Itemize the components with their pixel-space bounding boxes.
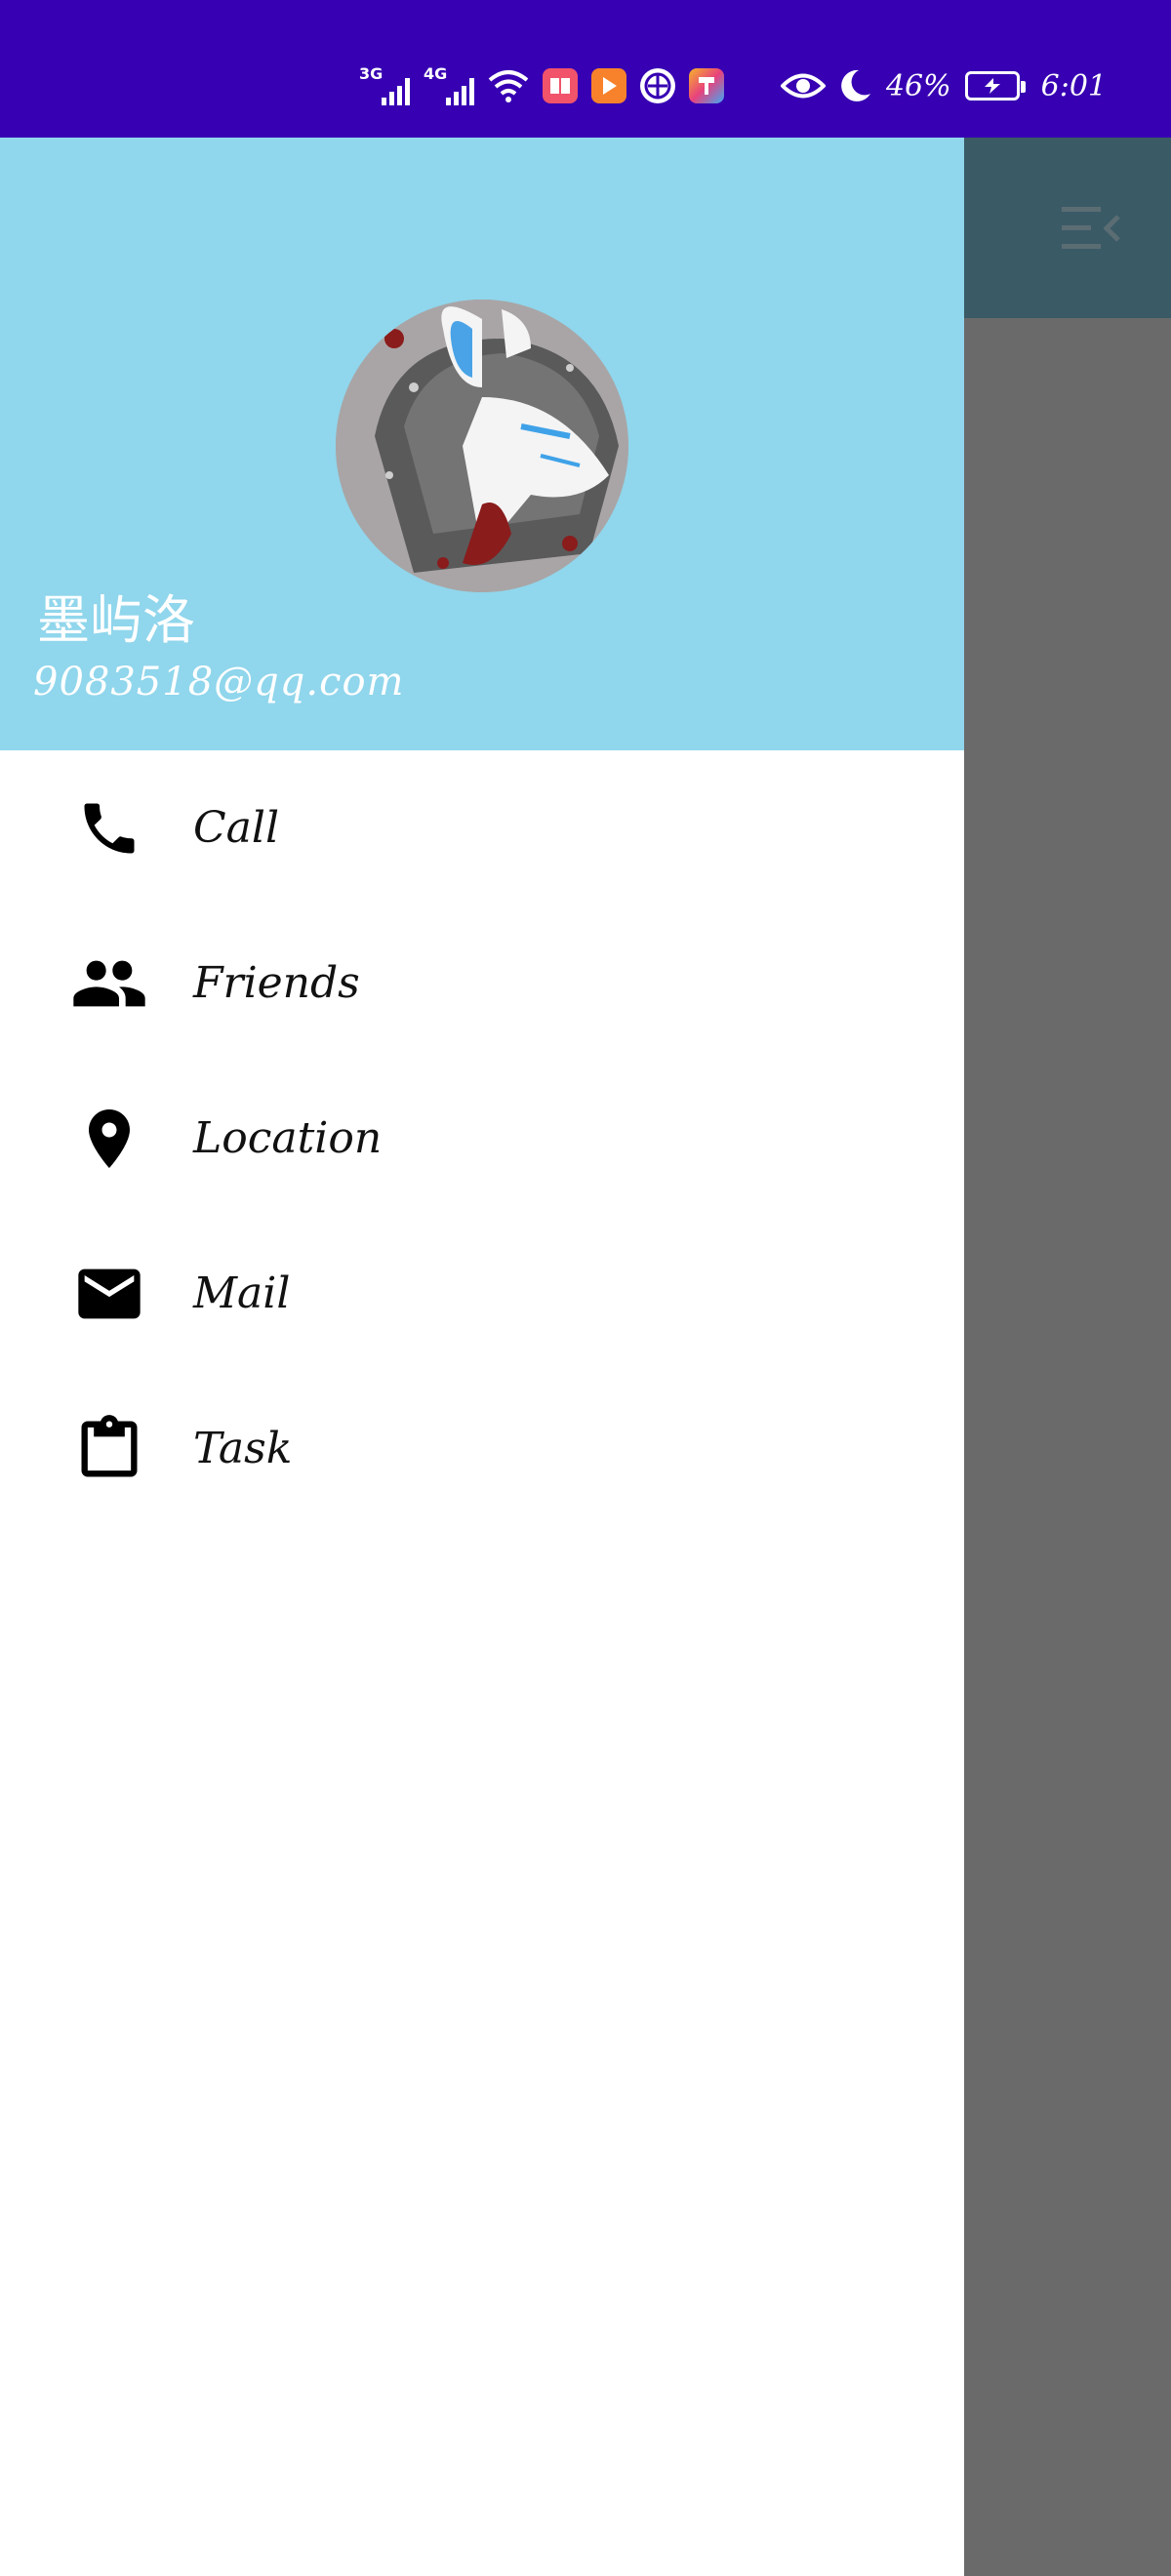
book-app-icon <box>542 68 578 103</box>
do-not-disturb-moon-icon <box>841 69 870 101</box>
menu-item-mail[interactable]: Mail <box>0 1216 964 1371</box>
navigation-drawer: 墨屿洛 9083518@qq.com Call Friends Location <box>0 138 964 2576</box>
status-bar: 3G 4G 46% 6:01 <box>0 0 1171 138</box>
paint-app-icon <box>688 68 724 103</box>
signal-bars-icon <box>445 78 474 105</box>
battery-charging-icon <box>964 71 1026 101</box>
drawer-header: 墨屿洛 9083518@qq.com <box>0 138 964 750</box>
eye-comfort-icon <box>780 73 826 99</box>
cellular-signal-2: 4G <box>424 64 474 107</box>
menu-item-label: Location <box>193 1113 383 1163</box>
menu-item-label: Task <box>193 1424 293 1473</box>
wifi-icon <box>488 70 529 102</box>
browser-app-icon <box>639 68 675 103</box>
menu-item-call[interactable]: Call <box>0 750 964 906</box>
location-pin-icon <box>70 1100 148 1178</box>
menu-item-label: Friends <box>193 958 360 1008</box>
menu-item-location[interactable]: Location <box>0 1061 964 1216</box>
menu-item-label: Mail <box>193 1268 291 1318</box>
signal-bars-icon <box>381 78 410 105</box>
network-type-2: 4G <box>423 64 448 83</box>
menu-collapse-icon[interactable] <box>1062 205 1122 252</box>
menu-item-task[interactable]: Task <box>0 1371 964 1526</box>
cellular-signal-1: 3G <box>359 64 410 107</box>
user-email: 9083518@qq.com <box>33 660 405 704</box>
user-name: 墨屿洛 <box>37 589 195 651</box>
phone-icon <box>70 789 148 867</box>
drawer-menu: Call Friends Location Mail Task <box>0 750 964 1526</box>
mail-icon <box>70 1255 148 1333</box>
menu-item-label: Call <box>193 803 280 853</box>
people-icon <box>70 945 148 1023</box>
battery-percent: 46% <box>885 68 951 103</box>
clock: 6:01 <box>1040 68 1107 103</box>
wolf-avatar-icon[interactable] <box>336 300 628 592</box>
video-app-icon <box>590 68 626 103</box>
network-type-1: 3G <box>358 64 384 83</box>
status-indicators: 3G 4G 46% 6:01 <box>359 59 1107 113</box>
menu-item-friends[interactable]: Friends <box>0 906 964 1061</box>
clipboard-icon <box>70 1410 148 1488</box>
